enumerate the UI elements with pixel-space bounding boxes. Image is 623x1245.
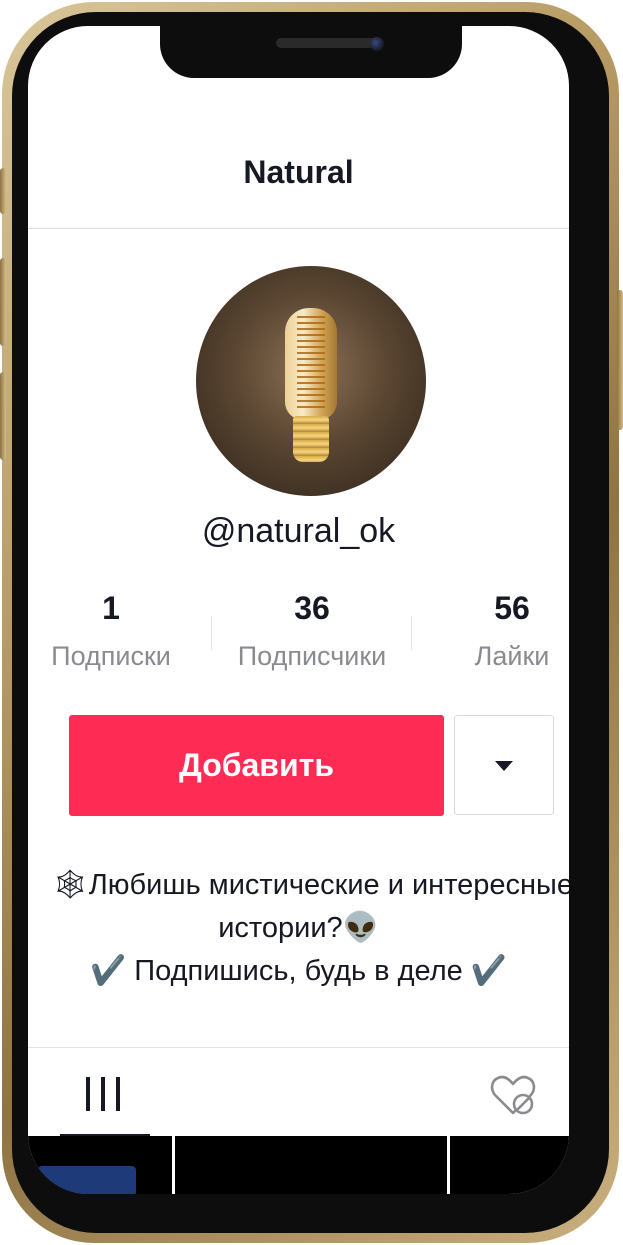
- username-handle: @natural_ok: [201, 512, 396, 550]
- front-camera: [370, 37, 384, 51]
- grid-icon: [86, 1077, 122, 1111]
- stat-following-label: Подписки: [51, 641, 171, 671]
- bulb-filament: [297, 316, 325, 408]
- header-divider: [28, 228, 569, 229]
- app-screen: Natural @natural_ok 1 Подписки 36 Подпис…: [28, 26, 569, 1194]
- video-thumbnail[interactable]: [38, 1166, 136, 1194]
- volume-up-button: [0, 258, 6, 346]
- tabs-divider: [28, 1047, 569, 1048]
- volume-down-button: [0, 372, 6, 460]
- stat-separator: [411, 616, 412, 650]
- thumb-divider: [172, 1136, 175, 1194]
- lightbulb-icon: [285, 308, 337, 420]
- profile-bio: 🕸Любишь мистические и интересные истории…: [28, 864, 569, 993]
- stat-likes-label: Лайки: [474, 641, 550, 671]
- stat-likes-count: 56: [494, 590, 530, 626]
- mute-switch: [0, 168, 6, 214]
- bulb-base: [293, 416, 329, 462]
- stat-separator: [211, 616, 212, 650]
- caret-down-icon: [495, 761, 513, 771]
- stat-following-count: 1: [102, 590, 120, 626]
- stat-followers[interactable]: 36 Подписчики: [222, 590, 402, 672]
- thumb-divider: [447, 1136, 450, 1194]
- video-grid: [28, 1136, 569, 1194]
- follow-button[interactable]: Добавить: [69, 715, 444, 816]
- avatar[interactable]: [196, 266, 426, 496]
- liked-hidden-icon: [490, 1075, 536, 1115]
- bio-line-3: ✔️ Подпишись, будь в деле ✔️: [90, 955, 507, 987]
- stat-followers-count: 36: [294, 590, 330, 626]
- stat-following[interactable]: 1 Подписки: [28, 590, 201, 672]
- bio-line-1: 🕸Любишь мистические и интересные: [51, 869, 569, 901]
- notch: [160, 26, 462, 78]
- tab-liked[interactable]: [488, 1073, 538, 1117]
- more-options-button[interactable]: [454, 715, 554, 815]
- power-button: [617, 290, 623, 430]
- stat-followers-label: Подписчики: [237, 641, 387, 671]
- speaker-grille: [276, 38, 378, 48]
- stat-likes[interactable]: 56 Лайки: [422, 590, 569, 672]
- tab-videos[interactable]: [60, 1060, 150, 1137]
- page-title: Natural: [243, 154, 354, 190]
- bio-line-2: истории?👽: [218, 912, 379, 944]
